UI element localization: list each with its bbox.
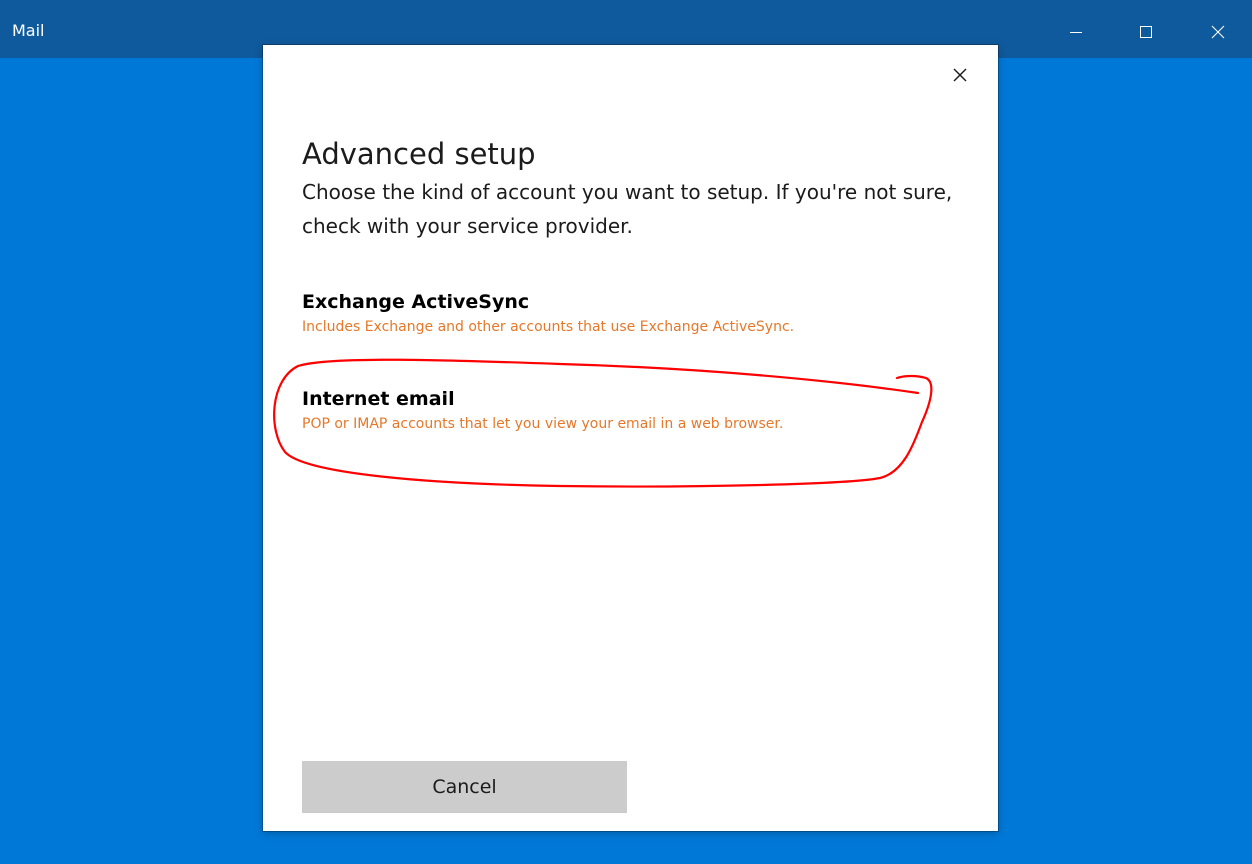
app-title: Mail	[12, 21, 45, 40]
dialog-close-button[interactable]	[949, 64, 971, 86]
option-title: Exchange ActiveSync	[302, 291, 530, 313]
cancel-button[interactable]: Cancel	[302, 761, 627, 813]
option-exchange-activesync[interactable]: Exchange ActiveSync Includes Exchange an…	[302, 289, 942, 337]
close-icon	[1211, 25, 1225, 39]
option-subtitle: Includes Exchange and other accounts tha…	[302, 319, 795, 335]
option-title: Internet email	[302, 388, 455, 410]
window-close-button[interactable]	[1196, 10, 1240, 54]
maximize-button[interactable]	[1124, 10, 1168, 54]
minimize-icon	[1070, 32, 1082, 33]
minimize-button[interactable]	[1054, 10, 1098, 54]
dialog-title: Advanced setup	[302, 137, 536, 171]
option-internet-email[interactable]: Internet email POP or IMAP accounts that…	[302, 386, 942, 434]
option-subtitle: POP or IMAP accounts that let you view y…	[302, 416, 784, 432]
maximize-icon	[1140, 26, 1152, 38]
close-icon	[953, 68, 967, 82]
advanced-setup-dialog: Advanced setup Choose the kind of accoun…	[263, 45, 998, 831]
dialog-description: Choose the kind of account you want to s…	[302, 180, 953, 238]
